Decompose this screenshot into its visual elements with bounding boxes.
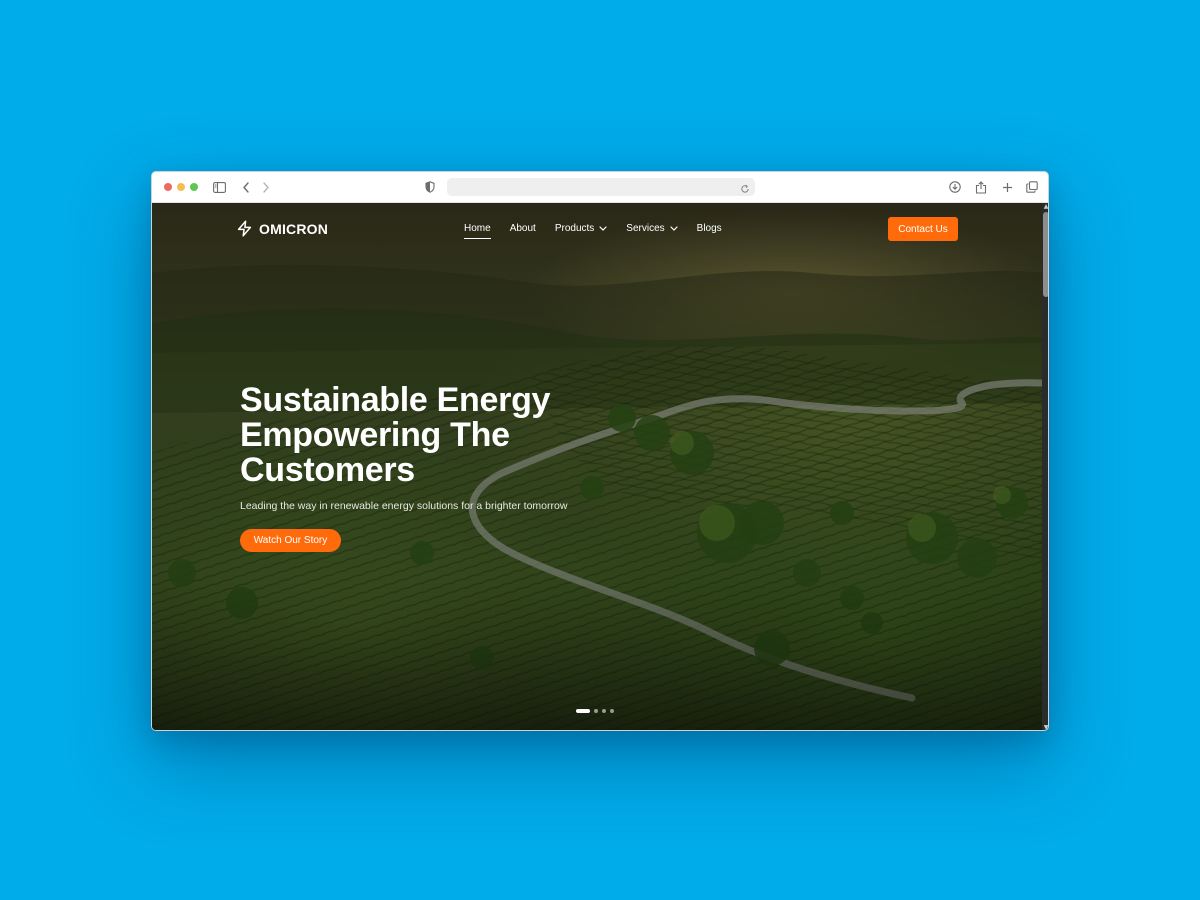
shield-icon[interactable] bbox=[422, 179, 438, 195]
nav-label: Home bbox=[464, 223, 491, 234]
forward-icon[interactable] bbox=[258, 179, 274, 195]
carousel-dot-3[interactable] bbox=[602, 709, 606, 713]
maximize-window-button[interactable] bbox=[190, 183, 198, 191]
scroll-down-arrow-icon[interactable]: ▼ bbox=[1043, 725, 1048, 731]
sidebar-icon[interactable] bbox=[211, 179, 227, 195]
chevron-down-icon bbox=[599, 226, 607, 231]
watch-our-story-button[interactable]: Watch Our Story bbox=[240, 529, 341, 552]
carousel-dot-1[interactable] bbox=[576, 709, 590, 713]
carousel-pagination bbox=[576, 709, 614, 713]
nav-label: About bbox=[509, 223, 536, 234]
nav-item-blogs[interactable]: Blogs bbox=[697, 223, 722, 234]
nav-item-home[interactable]: Home bbox=[464, 223, 491, 239]
new-tab-icon[interactable] bbox=[999, 179, 1015, 195]
nav-item-about[interactable]: About bbox=[510, 223, 536, 234]
carousel-dot-4[interactable] bbox=[610, 709, 614, 713]
carousel-dot-2[interactable] bbox=[594, 709, 598, 713]
hero-title-line: Sustainable Energy bbox=[240, 381, 551, 419]
scrollbar-thumb[interactable] bbox=[1043, 212, 1048, 297]
page-scrollbar[interactable]: ▲ ▼ bbox=[1042, 203, 1048, 731]
browser-toolbar bbox=[152, 172, 1048, 203]
logo-text: OMICRON bbox=[259, 220, 329, 237]
address-bar[interactable] bbox=[447, 178, 755, 196]
scroll-up-arrow-icon[interactable]: ▲ bbox=[1043, 204, 1048, 210]
nav-item-products[interactable]: Products bbox=[555, 223, 607, 234]
hero-title-line: Customers bbox=[240, 451, 415, 489]
download-icon[interactable] bbox=[947, 179, 963, 195]
main-nav: Home About Products Services Blogs bbox=[464, 223, 722, 239]
contact-us-button[interactable]: Contact Us bbox=[888, 217, 958, 241]
reload-icon[interactable] bbox=[740, 181, 750, 199]
browser-window: OMICRON Home About Products Services Blo… bbox=[151, 171, 1049, 731]
lightning-bolt-icon bbox=[237, 220, 252, 237]
nav-label: Products bbox=[554, 223, 595, 234]
close-window-button[interactable] bbox=[164, 183, 172, 191]
hero-title-line: Empowering The bbox=[240, 416, 510, 454]
chevron-down-icon bbox=[670, 226, 678, 231]
nav-item-services[interactable]: Services bbox=[626, 223, 678, 234]
nav-label: Services bbox=[626, 223, 665, 234]
minimize-window-button[interactable] bbox=[177, 183, 185, 191]
hero-title: Sustainable Energy Empowering The Custom… bbox=[240, 383, 660, 488]
back-icon[interactable] bbox=[238, 179, 254, 195]
nav-label: Blogs bbox=[696, 223, 722, 234]
page-viewport: OMICRON Home About Products Services Blo… bbox=[152, 203, 1042, 730]
share-icon[interactable] bbox=[973, 179, 989, 195]
tabs-overview-icon[interactable] bbox=[1024, 179, 1040, 195]
hero-subtitle: Leading the way in renewable energy solu… bbox=[240, 500, 568, 512]
site-logo[interactable]: OMICRON bbox=[236, 220, 328, 237]
